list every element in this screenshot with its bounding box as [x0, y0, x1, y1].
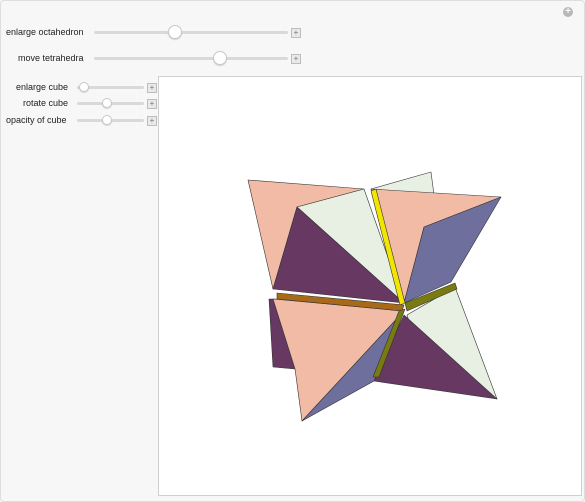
- rotate-cube-add-button[interactable]: +: [147, 99, 157, 109]
- rotate-cube-label: rotate cube: [23, 98, 69, 108]
- enlarge-octahedron-label: enlarge octahedron: [6, 27, 84, 37]
- expand-options-icon[interactable]: +: [563, 7, 573, 17]
- graphics-3d-canvas[interactable]: [158, 76, 582, 496]
- move-tetrahedra-thumb[interactable]: [213, 51, 228, 65]
- enlarge-cube-thumb[interactable]: [78, 82, 89, 92]
- opacity-of-cube-add-button[interactable]: +: [147, 116, 157, 126]
- stellated-octahedron-graphic: [247, 171, 502, 422]
- rotate-cube-slider[interactable]: [77, 98, 144, 108]
- enlarge-cube-slider[interactable]: [77, 82, 144, 92]
- enlarge-octahedron-slider[interactable]: [94, 25, 288, 39]
- enlarge-cube-add-button[interactable]: +: [147, 83, 157, 93]
- enlarge-octahedron-add-button[interactable]: +: [291, 28, 301, 38]
- move-tetrahedra-slider[interactable]: [94, 51, 288, 65]
- opacity-of-cube-label: opacity of cube: [6, 115, 67, 125]
- move-tetrahedra-label: move tetrahedra: [18, 53, 84, 63]
- opacity-of-cube-slider[interactable]: [77, 115, 144, 125]
- enlarge-cube-label: enlarge cube: [16, 82, 69, 92]
- move-tetrahedra-add-button[interactable]: +: [291, 54, 301, 64]
